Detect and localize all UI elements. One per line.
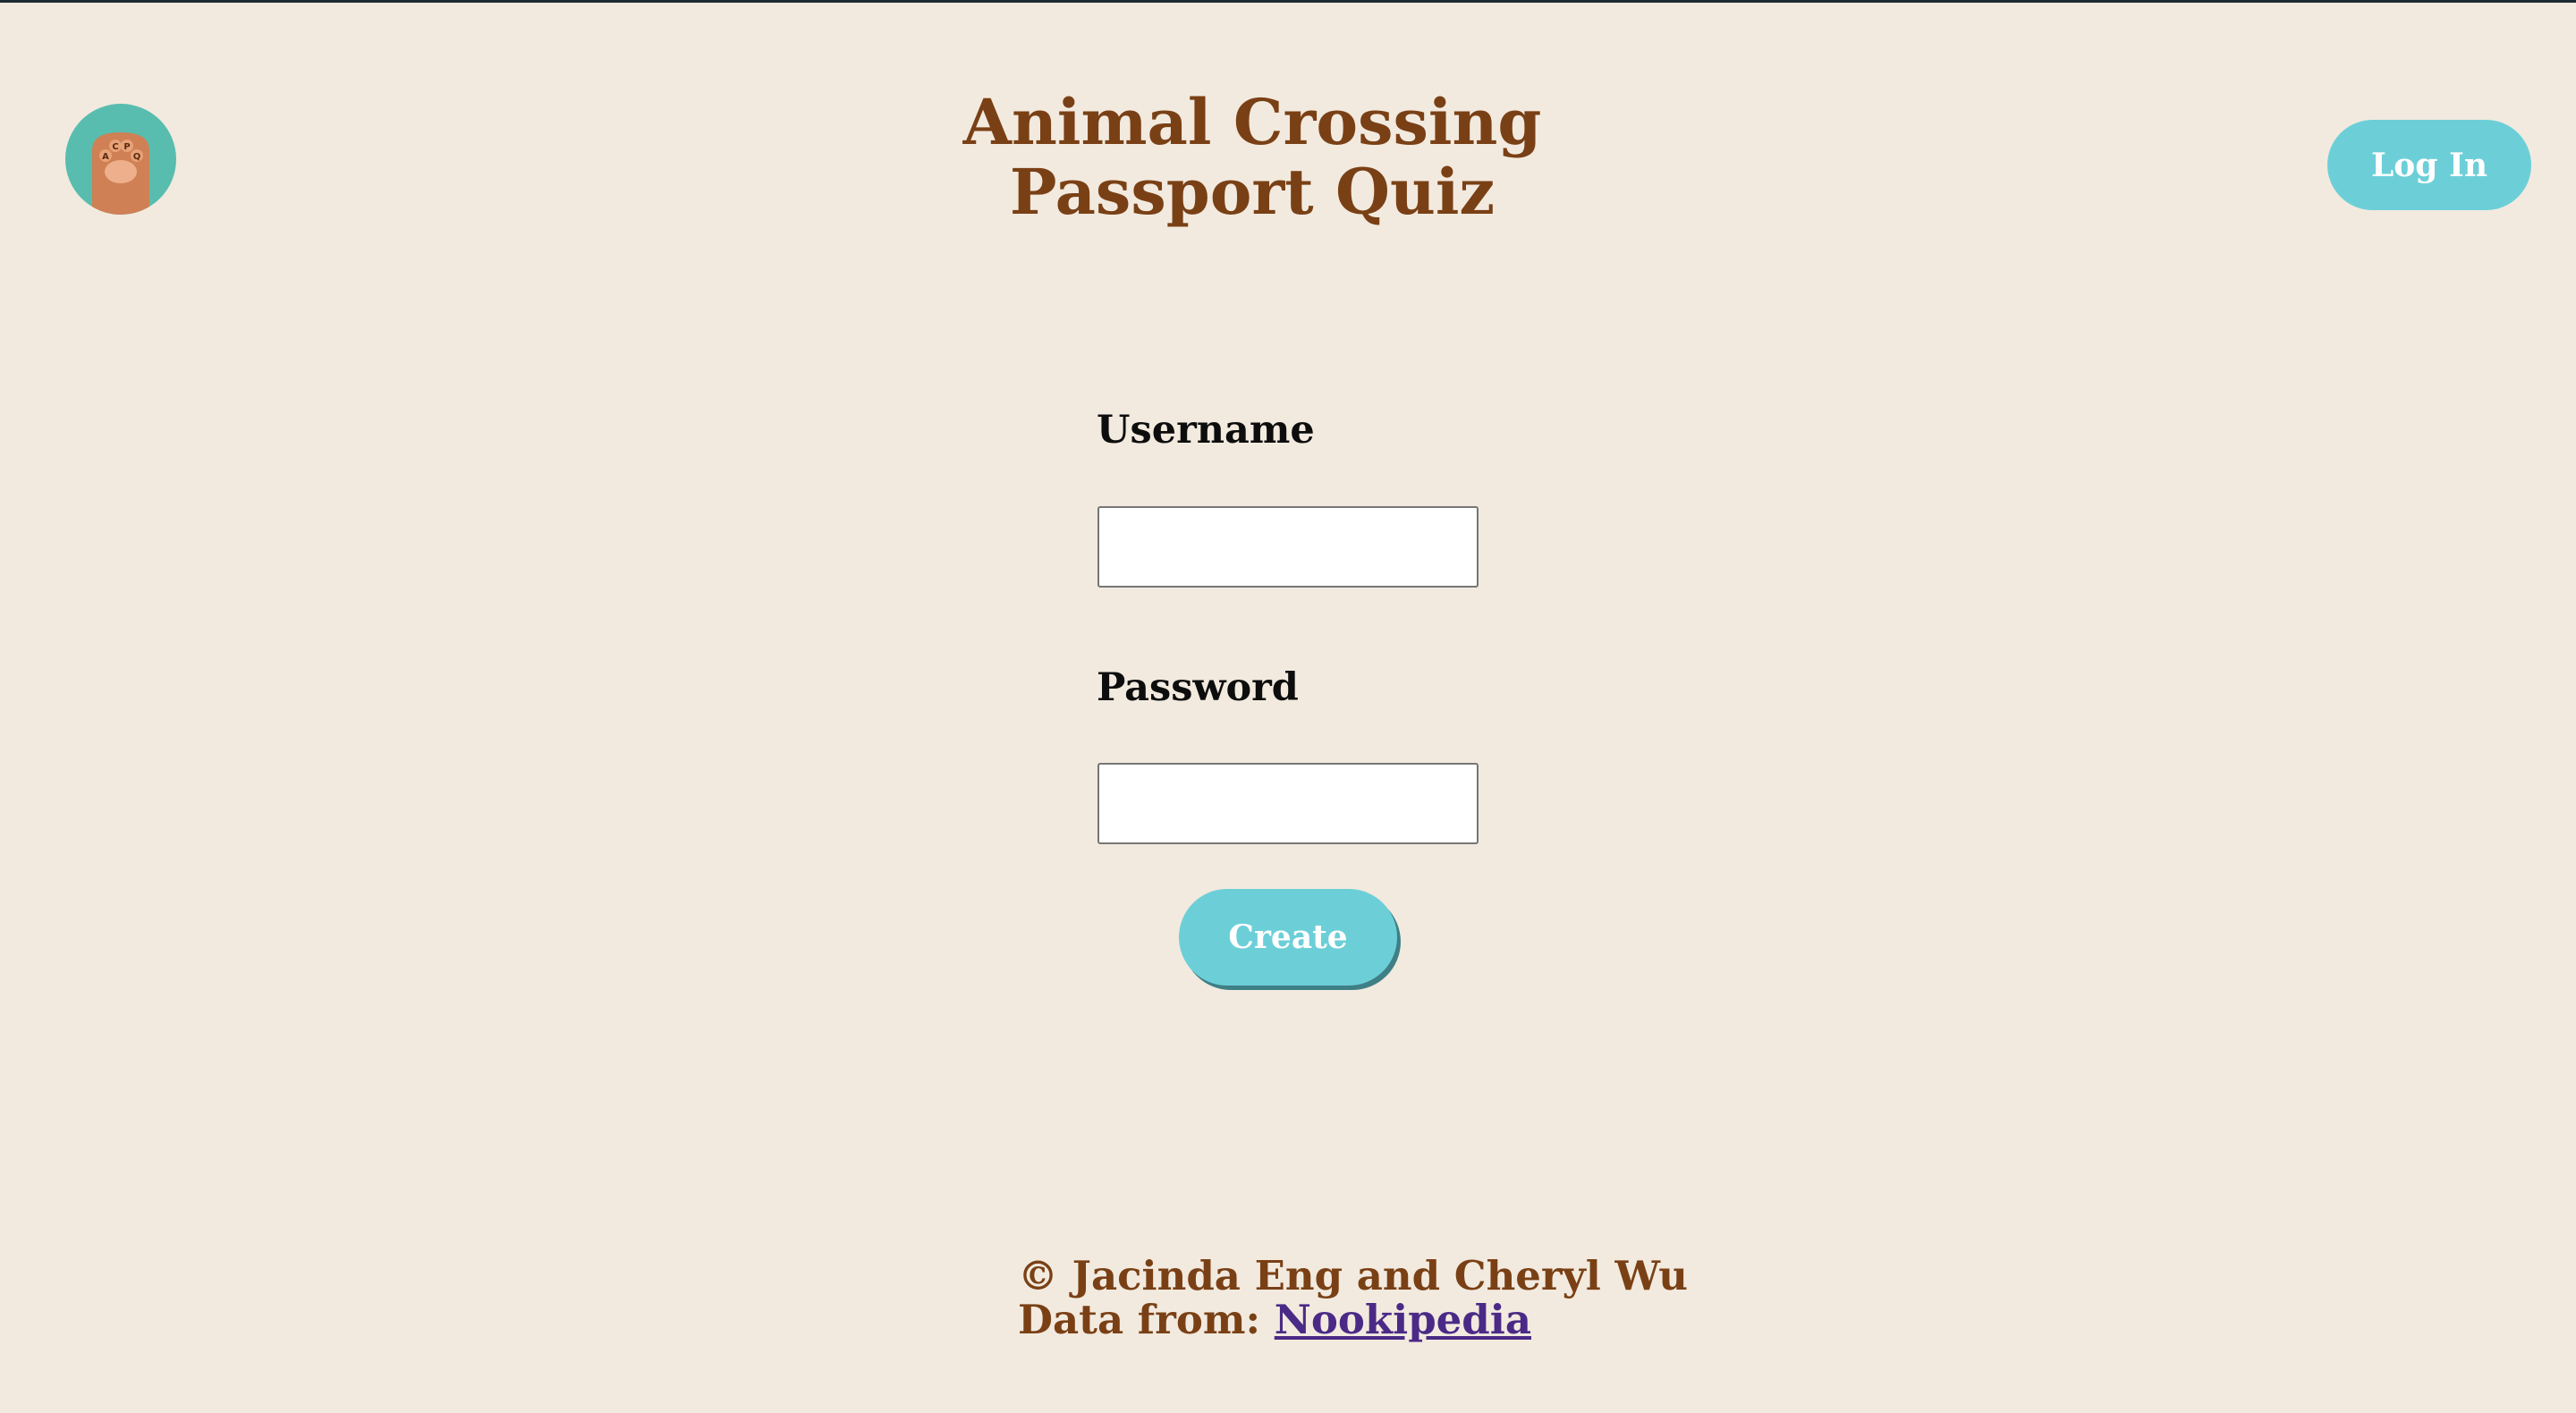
logo-letter-q: Q	[133, 152, 141, 162]
footer-copyright: © Jacinda Eng and Cheryl Wu	[1018, 1252, 1688, 1299]
password-label: Password	[1097, 665, 1299, 710]
paw-logo-icon[interactable]: A C P Q	[65, 104, 176, 215]
top-border	[0, 0, 2576, 3]
username-input[interactable]	[1097, 506, 1479, 588]
password-input[interactable]	[1097, 763, 1479, 844]
login-button[interactable]: Log In	[2327, 120, 2531, 210]
site-title-text: Animal Crossing Passport Quiz	[962, 85, 1542, 229]
nookipedia-link[interactable]: Nookipedia	[1275, 1296, 1531, 1343]
site-title: Animal Crossing Passport Quiz	[930, 88, 1574, 227]
logo-letter-a: A	[102, 152, 109, 162]
paw-logo-graphic: A C P Q	[92, 132, 149, 215]
footer-data-prefix: Data from:	[1018, 1296, 1275, 1343]
footer: © Jacinda Eng and Cheryl Wu Data from: N…	[1018, 1252, 1688, 1341]
logo-letter-c: C	[112, 142, 118, 152]
username-label: Username	[1097, 408, 1315, 453]
create-account-button[interactable]: Create	[1179, 889, 1397, 986]
logo-letter-p: P	[123, 142, 130, 152]
footer-data-source: Data from: Nookipedia	[1018, 1298, 1644, 1341]
